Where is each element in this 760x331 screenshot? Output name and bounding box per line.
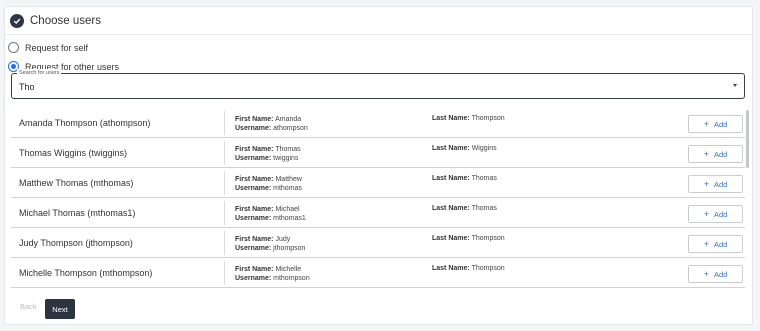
- last-name-field: Last Name: Thomas: [432, 175, 497, 182]
- last-name-label: Last Name:: [432, 235, 470, 242]
- add-label: Add: [713, 269, 728, 279]
- column-divider: [224, 111, 225, 135]
- last-name-label: Last Name:: [432, 205, 470, 212]
- first-name-value: Thomas: [275, 146, 301, 153]
- add-user-button[interactable]: + Add: [688, 145, 743, 163]
- radio-circle-icon[interactable]: [8, 42, 19, 53]
- list-item: Michael Thomas (mthomas1) First Name: Mi…: [11, 198, 745, 228]
- plus-icon: +: [703, 268, 709, 279]
- username-value: athompson: [273, 125, 308, 132]
- last-name-label: Last Name:: [432, 265, 470, 272]
- last-name-label: Last Name:: [432, 145, 470, 152]
- last-name-label: Last Name:: [432, 175, 470, 182]
- last-name-value: Thompson: [471, 235, 505, 242]
- search-results-list: Amanda Thompson (athompson) First Name: …: [11, 108, 745, 290]
- username-label: Username:: [235, 185, 272, 192]
- back-button[interactable]: Back: [20, 302, 37, 311]
- panel-title: Choose users: [30, 14, 101, 27]
- last-name-value: Wiggins: [471, 145, 497, 152]
- first-name-label: First Name:: [235, 236, 274, 243]
- user-display-name: Amanda Thompson (athompson): [19, 117, 151, 128]
- username-label: Username:: [235, 215, 272, 222]
- list-item: Matthew Thomas (mthomas) First Name: Mat…: [11, 168, 745, 198]
- username-label: Username:: [235, 125, 272, 132]
- first-name-label: First Name:: [235, 116, 274, 123]
- add-label: Add: [713, 179, 728, 189]
- user-details: First Name: Thomas Username: twiggins: [235, 145, 301, 163]
- last-name-label: Last Name:: [432, 115, 470, 122]
- username-value: twiggins: [273, 155, 299, 162]
- panel-header: Choose users: [5, 7, 752, 35]
- first-name-value: Matthew: [275, 176, 302, 183]
- list-item: Thomas Wiggins (twiggins) First Name: Th…: [11, 138, 745, 168]
- first-name-label: First Name:: [235, 176, 274, 183]
- search-input[interactable]: [19, 80, 709, 93]
- username-label: Username:: [235, 275, 272, 282]
- radio-request-self[interactable]: Request for self: [8, 42, 88, 53]
- add-user-button[interactable]: + Add: [688, 205, 743, 223]
- first-name-label: First Name:: [235, 206, 274, 213]
- user-details: First Name: Matthew Username: mthomas: [235, 175, 302, 193]
- user-details: First Name: Judy Username: jthompson: [235, 235, 305, 253]
- user-details: First Name: Amanda Username: athompson: [235, 115, 308, 133]
- user-display-name: Judy Thompson (jthompson): [19, 237, 133, 248]
- list-item: Amanda Thompson (athompson) First Name: …: [11, 108, 745, 138]
- list-item: Judy Thompson (jthompson) First Name: Ju…: [11, 228, 745, 258]
- last-name-value: Thomas: [471, 175, 497, 182]
- first-name-value: Michael: [275, 206, 300, 213]
- last-name-field: Last Name: Thompson: [432, 115, 505, 122]
- column-divider: [224, 261, 225, 285]
- first-name-value: Michelle: [275, 266, 302, 273]
- column-divider: [224, 141, 225, 165]
- username-value: mthompson: [273, 275, 310, 282]
- user-display-name: Michael Thomas (mthomas1): [19, 207, 136, 218]
- search-users-field[interactable]: Search for users: [11, 69, 745, 99]
- username-value: mthomas1: [273, 215, 306, 222]
- last-name-field: Last Name: Thompson: [432, 235, 505, 242]
- user-display-name: Michelle Thompson (mthompson): [19, 267, 153, 278]
- add-label: Add: [713, 239, 728, 249]
- user-display-name: Matthew Thomas (mthomas): [19, 177, 134, 188]
- plus-icon: +: [703, 238, 709, 249]
- last-name-field: Last Name: Wiggins: [432, 145, 497, 152]
- column-divider: [224, 171, 225, 195]
- column-divider: [224, 201, 225, 225]
- add-label: Add: [713, 209, 728, 219]
- username-value: jthompson: [273, 245, 306, 252]
- plus-icon: +: [703, 178, 709, 189]
- user-details: First Name: Michael Username: mthomas1: [235, 205, 306, 223]
- first-name-label: First Name:: [235, 146, 274, 153]
- check-circle-icon: [10, 13, 24, 28]
- user-display-name: Thomas Wiggins (twiggins): [19, 147, 128, 158]
- column-divider: [224, 231, 225, 255]
- add-label: Add: [713, 149, 728, 159]
- chevron-down-icon[interactable]: [733, 84, 737, 87]
- last-name-value: Thomas: [471, 205, 497, 212]
- last-name-value: Thompson: [471, 115, 505, 122]
- user-details: First Name: Michelle Username: mthompson: [235, 265, 310, 283]
- first-name-value: Amanda: [275, 116, 302, 123]
- last-name-field: Last Name: Thomas: [432, 205, 497, 212]
- username-label: Username:: [235, 245, 272, 252]
- first-name-label: First Name:: [235, 266, 274, 273]
- radio-label: Request for self: [25, 42, 89, 53]
- last-name-value: Thompson: [471, 265, 505, 272]
- username-value: mthomas: [273, 185, 302, 192]
- username-label: Username:: [235, 155, 272, 162]
- add-user-button[interactable]: + Add: [688, 235, 743, 253]
- next-button[interactable]: Next: [45, 299, 75, 319]
- last-name-field: Last Name: Thompson: [432, 265, 505, 272]
- first-name-value: Judy: [275, 236, 291, 243]
- add-user-button[interactable]: + Add: [688, 175, 743, 193]
- plus-icon: +: [703, 148, 709, 159]
- add-user-button[interactable]: + Add: [688, 265, 743, 283]
- add-label: Add: [713, 119, 728, 129]
- plus-icon: +: [703, 208, 709, 219]
- search-legend: Search for users: [17, 69, 62, 77]
- plus-icon: +: [703, 118, 709, 129]
- add-user-button[interactable]: + Add: [688, 115, 743, 133]
- results-scrollbar[interactable]: [746, 110, 749, 168]
- list-item: Michelle Thompson (mthompson) First Name…: [11, 258, 745, 288]
